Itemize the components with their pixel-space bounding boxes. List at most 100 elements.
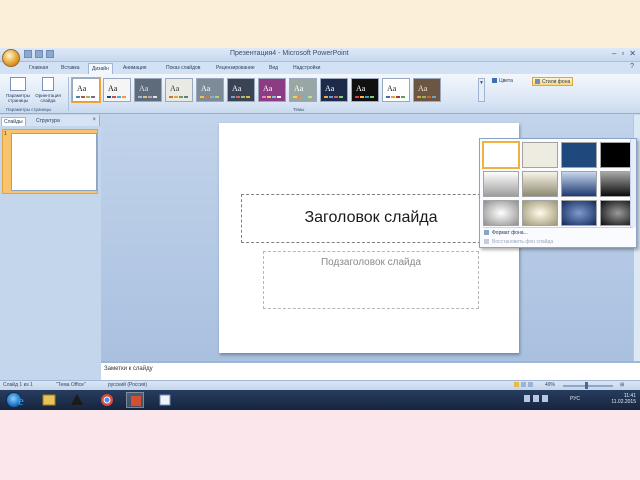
- clock[interactable]: 11:41 11.02.2015: [611, 393, 636, 405]
- background-style-option[interactable]: [561, 171, 597, 197]
- background-styles-button[interactable]: Стили фона: [532, 77, 574, 86]
- tab-insert[interactable]: Вставка: [58, 63, 83, 74]
- wizard-icon[interactable]: [68, 392, 86, 408]
- background-style-option[interactable]: [561, 200, 597, 226]
- normal-view-icon[interactable]: [514, 382, 519, 388]
- theme-thumbnail[interactable]: Aa: [103, 78, 131, 102]
- theme-thumbnail[interactable]: Aa: [382, 78, 410, 102]
- theme-color-swatch: [365, 96, 369, 98]
- colors-button[interactable]: Цвета: [490, 77, 515, 86]
- slide-canvas[interactable]: Заголовок слайда Подзаголовок слайда: [219, 123, 519, 353]
- theme-thumbnail[interactable]: Aa: [320, 78, 348, 102]
- redo-icon[interactable]: [46, 50, 54, 58]
- theme-sample-text: Aa: [170, 84, 180, 93]
- clock-date: 11.02.2015: [611, 399, 636, 405]
- theme-thumbnail[interactable]: Aa: [413, 78, 441, 102]
- theme-color-swatch: [81, 96, 85, 98]
- input-language[interactable]: РУС: [570, 396, 580, 402]
- theme-color-bars: [107, 96, 126, 98]
- theme-thumbnail[interactable]: Aa: [196, 78, 224, 102]
- theme-thumbnail[interactable]: Aa: [71, 77, 101, 103]
- page-setup-button[interactable]: Параметры страницы: [4, 77, 32, 105]
- network-icon[interactable]: [533, 395, 539, 402]
- powerpoint-window: Презентация4 - Microsoft PowerPoint – ▫ …: [0, 48, 640, 410]
- theme-color-swatch: [91, 96, 95, 98]
- tab-slides[interactable]: Слайды: [1, 117, 26, 126]
- tab-home[interactable]: Главная: [26, 63, 51, 74]
- notes-pane[interactable]: Заметки к слайду: [101, 361, 640, 380]
- help-icon[interactable]: ?: [630, 63, 634, 70]
- close-button[interactable]: ✕: [629, 49, 636, 59]
- theme-color-swatch: [262, 96, 266, 98]
- theme-thumbnail[interactable]: Aa: [289, 78, 317, 102]
- background-style-option[interactable]: [483, 171, 519, 197]
- background-style-option[interactable]: [522, 200, 558, 226]
- zoom-level[interactable]: 49%: [545, 382, 555, 388]
- background-style-option[interactable]: [522, 171, 558, 197]
- theme-thumbnail[interactable]: Aa: [134, 78, 162, 102]
- screenshot-icon[interactable]: [156, 392, 174, 408]
- theme-thumbnail[interactable]: Aa: [351, 78, 379, 102]
- slide-background-bottom: [0, 410, 640, 480]
- flag-icon[interactable]: [524, 395, 530, 402]
- dropdown-scrollbar[interactable]: [630, 139, 636, 227]
- tab-design[interactable]: Дизайн: [88, 63, 113, 74]
- format-background-item[interactable]: Формат фона...: [484, 230, 528, 236]
- tab-add-ins[interactable]: Надстройки: [290, 63, 323, 74]
- slide-number: 1: [4, 131, 7, 137]
- subtitle-placeholder[interactable]: Подзаголовок слайда: [263, 251, 479, 309]
- theme-color-swatch: [153, 96, 157, 98]
- background-style-option[interactable]: [522, 142, 558, 168]
- quick-access-toolbar: [24, 50, 54, 58]
- undo-icon[interactable]: [35, 50, 43, 58]
- theme-color-swatch: [329, 96, 333, 98]
- explorer-icon[interactable]: [40, 392, 58, 408]
- tab-outline[interactable]: Структура: [34, 117, 62, 126]
- zoom-slider-thumb[interactable]: [585, 382, 588, 389]
- background-style-option[interactable]: [483, 200, 519, 226]
- ie-icon[interactable]: e: [14, 392, 32, 408]
- theme-color-swatch: [236, 96, 240, 98]
- theme-thumbnail[interactable]: Aa: [227, 78, 255, 102]
- theme-color-swatch: [138, 96, 142, 98]
- slide-show-icon[interactable]: [528, 382, 533, 388]
- reset-background-item[interactable]: Восстановить фон слайда: [484, 239, 553, 245]
- theme-sample-text: Aa: [294, 84, 304, 93]
- maximize-button[interactable]: ▫: [621, 49, 624, 59]
- minimize-button[interactable]: –: [612, 49, 616, 59]
- slide-orientation-button[interactable]: Ориентация слайда: [34, 77, 62, 105]
- theme-color-bars: [231, 96, 250, 98]
- zoom-slider[interactable]: [563, 385, 613, 387]
- volume-icon[interactable]: [542, 395, 548, 402]
- theme-sample-text: Aa: [356, 84, 366, 93]
- status-bar: Слайд 1 из 1 "Тема Office" русский (Росс…: [0, 380, 640, 390]
- slide-sorter-icon[interactable]: [521, 382, 526, 388]
- tab-slide-show[interactable]: Показ слайдов: [163, 63, 203, 74]
- office-button[interactable]: [2, 49, 20, 67]
- fit-window-icon[interactable]: ⊞: [620, 382, 624, 388]
- background-style-option[interactable]: [561, 142, 597, 168]
- theme-sample-text: Aa: [201, 84, 211, 93]
- chrome-icon[interactable]: [98, 392, 116, 408]
- tab-view[interactable]: Вид: [266, 63, 281, 74]
- ribbon-design: Параметры страницы Ориентация слайда Пар…: [0, 74, 640, 114]
- theme-color-swatch: [267, 96, 271, 98]
- theme-color-swatch: [427, 96, 431, 98]
- themes-more-button[interactable]: ▼: [478, 78, 485, 102]
- close-icon[interactable]: ×: [92, 117, 96, 123]
- theme-color-swatch: [298, 96, 302, 98]
- slide-thumbnail-selected[interactable]: 1: [2, 129, 98, 194]
- theme-thumbnail[interactable]: Aa: [258, 78, 286, 102]
- save-icon[interactable]: [24, 50, 32, 58]
- theme-sample-text: Aa: [232, 84, 242, 93]
- powerpoint-icon[interactable]: [126, 392, 144, 408]
- status-language[interactable]: русский (Россия): [108, 382, 147, 388]
- tab-review[interactable]: Рецензирование: [213, 63, 258, 74]
- title-placeholder[interactable]: Заголовок слайда: [241, 194, 501, 243]
- theme-thumbnail[interactable]: Aa: [165, 78, 193, 102]
- theme-sample-text: Aa: [77, 84, 87, 93]
- slide-thumbnail[interactable]: [11, 133, 97, 191]
- theme-color-swatch: [86, 96, 90, 98]
- tab-animation[interactable]: Анимация: [120, 63, 149, 74]
- background-style-option[interactable]: [482, 141, 520, 169]
